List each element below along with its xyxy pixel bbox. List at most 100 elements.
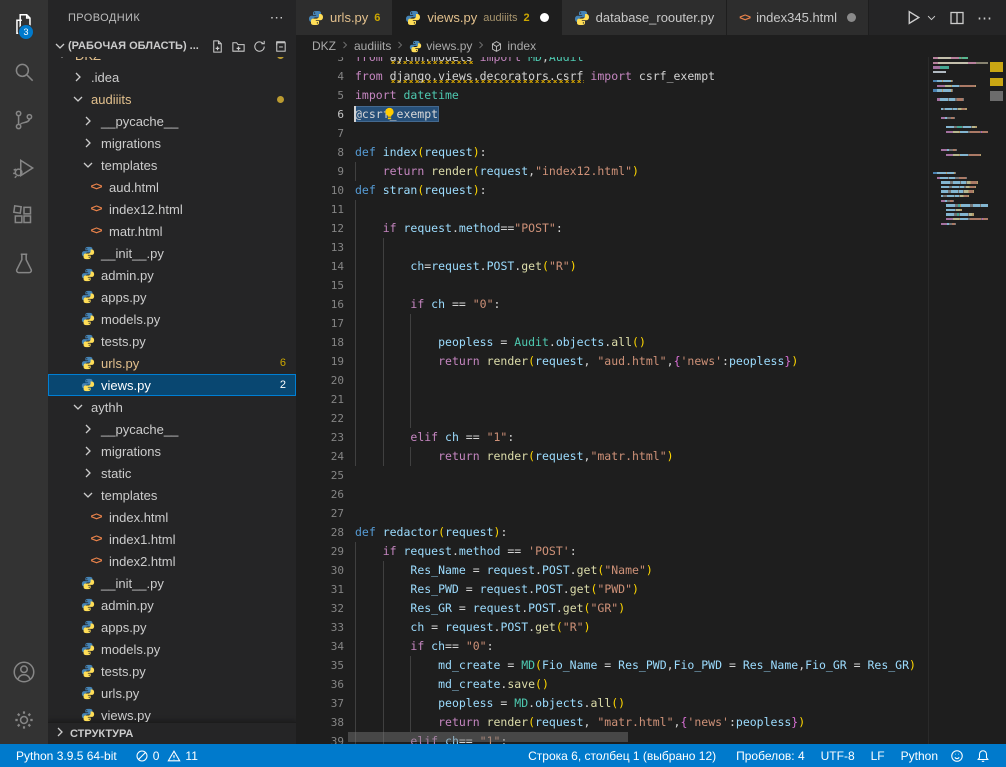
breadcrumb-item-audiiits[interactable]: audiiits bbox=[354, 39, 391, 53]
tree-item-views.py[interactable]: views.py bbox=[48, 704, 296, 722]
code-line-8[interactable]: 8def index(request): bbox=[296, 143, 928, 162]
code-line-16[interactable]: 16 if ch == "0": bbox=[296, 295, 928, 314]
language-mode-status[interactable]: Python bbox=[895, 749, 944, 763]
code-line-32[interactable]: 32 Res_GR = request.POST.get("GR") bbox=[296, 599, 928, 618]
tab-index345.html[interactable]: <>index345.html bbox=[727, 0, 869, 35]
activity-extensions[interactable] bbox=[0, 192, 48, 240]
dirty-indicator[interactable] bbox=[847, 13, 856, 22]
collapse-all-icon[interactable] bbox=[273, 39, 288, 54]
tree-item-models.py[interactable]: models.py bbox=[48, 308, 296, 330]
explorer-more-actions-button[interactable]: ⋯ bbox=[270, 9, 284, 26]
code-line-23[interactable]: 23 elif ch == "1": bbox=[296, 428, 928, 447]
code-line-35[interactable]: 35 md_create = MD(Fio_Name = Res_PWD,Fio… bbox=[296, 656, 928, 675]
encoding-status[interactable]: UTF-8 bbox=[815, 749, 861, 763]
tree-item-matr.html[interactable]: <>matr.html bbox=[48, 220, 296, 242]
code-line-14[interactable]: 14 ch=request.POST.get("R") bbox=[296, 257, 928, 276]
tree-item-models.py[interactable]: models.py bbox=[48, 638, 296, 660]
activity-explorer[interactable]: 3 bbox=[0, 0, 48, 48]
tree-item-aud.html[interactable]: <>aud.html bbox=[48, 176, 296, 198]
breadcrumb-item-DKZ[interactable]: DKZ bbox=[312, 39, 336, 53]
notifications-bell-button[interactable] bbox=[970, 749, 996, 763]
new-file-icon[interactable] bbox=[210, 39, 225, 54]
code-line-31[interactable]: 31 Res_PWD = request.POST.get("PWD") bbox=[296, 580, 928, 599]
tab-urls.py[interactable]: urls.py6 bbox=[296, 0, 393, 35]
tree-item-__init__.py[interactable]: __init__.py bbox=[48, 572, 296, 594]
split-editor-button[interactable] bbox=[949, 10, 965, 26]
new-folder-icon[interactable] bbox=[231, 39, 246, 54]
code-line-24[interactable]: 24 return render(request,"matr.html") bbox=[296, 447, 928, 466]
code-line-12[interactable]: 12 if request.method=="POST": bbox=[296, 219, 928, 238]
code-line-18[interactable]: 18 peopless = Audit.objects.all() bbox=[296, 333, 928, 352]
tree-item-index.html[interactable]: <>index.html bbox=[48, 506, 296, 528]
tree-item-templates[interactable]: templates bbox=[48, 154, 296, 176]
code-line-33[interactable]: 33 ch = request.POST.get("R") bbox=[296, 618, 928, 637]
activity-testing[interactable] bbox=[0, 240, 48, 288]
code-line-26[interactable]: 26 bbox=[296, 485, 928, 504]
code-line-3[interactable]: 3from aythh.models import MD,Audit bbox=[296, 57, 928, 67]
tree-item-index2.html[interactable]: <>index2.html bbox=[48, 550, 296, 572]
tree-item-migrations[interactable]: migrations bbox=[48, 440, 296, 462]
problems-status[interactable]: 0 11 bbox=[129, 744, 204, 767]
horizontal-scrollbar[interactable] bbox=[348, 732, 628, 742]
tree-item-DKZ[interactable]: DKZ bbox=[48, 57, 296, 66]
tree-item-index1.html[interactable]: <>index1.html bbox=[48, 528, 296, 550]
code-line-5[interactable]: 5 import datetime bbox=[296, 86, 928, 105]
tree-item-static[interactable]: static bbox=[48, 462, 296, 484]
lightbulb-icon[interactable] bbox=[341, 88, 396, 126]
breadcrumb-item-index[interactable]: index bbox=[490, 39, 536, 53]
tree-item-apps.py[interactable]: apps.py bbox=[48, 286, 296, 308]
activity-source-control[interactable] bbox=[0, 96, 48, 144]
code-line-34[interactable]: 34 if ch== "0": bbox=[296, 637, 928, 656]
code-line-7[interactable]: 7 bbox=[296, 124, 928, 143]
code-line-11[interactable]: 11 bbox=[296, 200, 928, 219]
code-line-36[interactable]: 36 md_create.save() bbox=[296, 675, 928, 694]
editor-more-actions-button[interactable]: ⋯ bbox=[977, 9, 992, 27]
python-interpreter-status[interactable]: Python 3.9.5 64-bit bbox=[10, 744, 123, 767]
activity-settings[interactable] bbox=[0, 696, 48, 744]
refresh-icon[interactable] bbox=[252, 39, 267, 54]
tree-item-apps.py[interactable]: apps.py bbox=[48, 616, 296, 638]
code-line-37[interactable]: 37 peopless = MD.objects.all() bbox=[296, 694, 928, 713]
tree-item-tests.py[interactable]: tests.py bbox=[48, 330, 296, 352]
tree-item-admin.py[interactable]: admin.py bbox=[48, 594, 296, 616]
tree-item-aythh[interactable]: aythh bbox=[48, 396, 296, 418]
code-line-29[interactable]: 29 if request.method == 'POST': bbox=[296, 542, 928, 561]
code-line-10[interactable]: 10def stran(request): bbox=[296, 181, 928, 200]
tree-item-index12.html[interactable]: <>index12.html bbox=[48, 198, 296, 220]
tree-item-views.py[interactable]: views.py2 bbox=[48, 374, 296, 396]
code-line-20[interactable]: 20 bbox=[296, 371, 928, 390]
code-line-13[interactable]: 13 bbox=[296, 238, 928, 257]
tree-item-.idea[interactable]: .idea bbox=[48, 66, 296, 88]
minimap[interactable] bbox=[928, 57, 988, 744]
tree-item-templates[interactable]: templates bbox=[48, 484, 296, 506]
outline-section-header[interactable]: СТРУКТУРА bbox=[48, 722, 296, 744]
activity-run-debug[interactable] bbox=[0, 144, 48, 192]
indentation-status[interactable]: Пробелов: 4 bbox=[730, 749, 811, 763]
dirty-indicator[interactable] bbox=[540, 13, 549, 22]
tree-item-__pycache__[interactable]: __pycache__ bbox=[48, 418, 296, 440]
workspace-section-header[interactable]: (РАБОЧАЯ ОБЛАСТЬ) ... bbox=[48, 35, 296, 57]
code-editor[interactable]: 3from aythh.models import MD,Audit4from … bbox=[296, 57, 928, 744]
code-line-25[interactable]: 25 bbox=[296, 466, 928, 485]
eol-status[interactable]: LF bbox=[865, 749, 891, 763]
tab-views.py[interactable]: views.pyaudiiits2 bbox=[393, 0, 561, 35]
breadcrumb-item-views.py[interactable]: views.py bbox=[409, 39, 472, 53]
code-line-27[interactable]: 27 bbox=[296, 504, 928, 523]
code-line-19[interactable]: 19 return render(request, "aud.html",{'n… bbox=[296, 352, 928, 371]
feedback-button[interactable] bbox=[944, 749, 970, 763]
tree-item-__init__.py[interactable]: __init__.py bbox=[48, 242, 296, 264]
tree-item-migrations[interactable]: migrations bbox=[48, 132, 296, 154]
tab-database_roouter.py[interactable]: database_roouter.py bbox=[562, 0, 728, 35]
tree-item-audiiits[interactable]: audiiits bbox=[48, 88, 296, 110]
run-dropdown-chevron-icon[interactable] bbox=[926, 12, 937, 23]
tree-item-__pycache__[interactable]: __pycache__ bbox=[48, 110, 296, 132]
code-line-30[interactable]: 30 Res_Name = request.POST.get("Name") bbox=[296, 561, 928, 580]
cursor-position-status[interactable]: Строка 6, столбец 1 (выбрано 12) bbox=[522, 749, 722, 763]
activity-search[interactable] bbox=[0, 48, 48, 96]
tree-item-urls.py[interactable]: urls.py bbox=[48, 682, 296, 704]
tree-item-tests.py[interactable]: tests.py bbox=[48, 660, 296, 682]
code-line-15[interactable]: 15 bbox=[296, 276, 928, 295]
activity-account[interactable] bbox=[0, 648, 48, 696]
tree-item-urls.py[interactable]: urls.py6 bbox=[48, 352, 296, 374]
code-line-28[interactable]: 28def redactor(request): bbox=[296, 523, 928, 542]
